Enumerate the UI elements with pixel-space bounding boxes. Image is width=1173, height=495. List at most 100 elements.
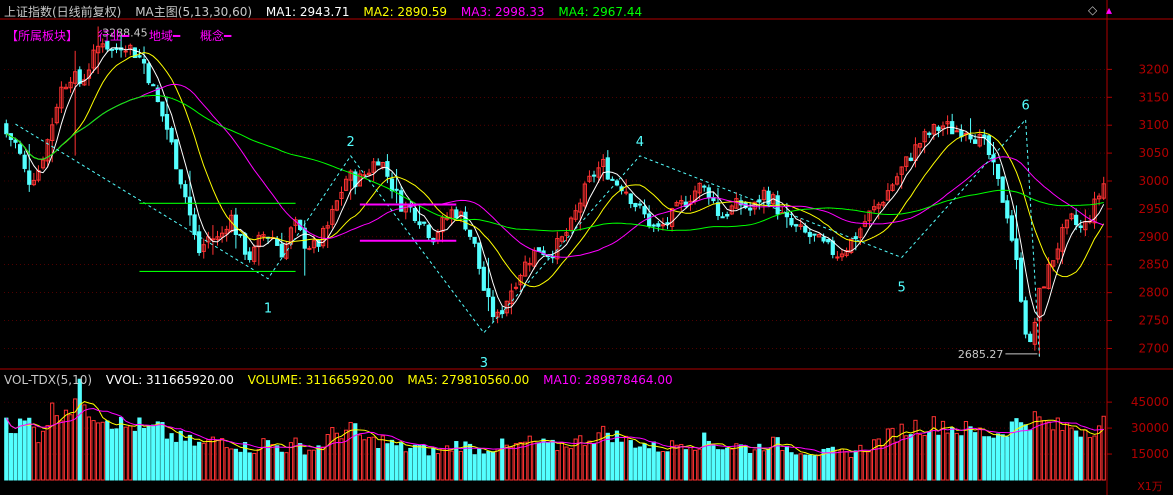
volume-bar — [118, 416, 124, 481]
volume-bar — [339, 438, 344, 481]
category-region-tab[interactable]: 地域━ — [149, 29, 180, 43]
volume-bar — [651, 441, 656, 481]
volume-bar — [936, 434, 941, 481]
volume-bar — [123, 426, 128, 481]
volume-bar — [986, 436, 992, 481]
volume-bar — [1014, 418, 1019, 481]
volume-bar — [656, 451, 661, 481]
volume-bar — [1055, 417, 1060, 481]
wave-path — [15, 118, 1040, 357]
candle-body — [27, 170, 32, 185]
volume-bar — [711, 445, 716, 481]
candle-body — [242, 233, 248, 255]
category-industry-tab[interactable]: 行业━ — [98, 29, 129, 43]
candle-body — [238, 233, 243, 236]
volume-axis-ticks: 15000 30000 45000 X1万 — [1107, 395, 1169, 493]
volume-tick-label: 15000 — [1131, 447, 1169, 461]
volume-bar — [490, 451, 496, 481]
volume-bar — [780, 450, 785, 481]
volume-bar — [715, 449, 721, 481]
volume-bar — [311, 449, 317, 481]
candle-body — [187, 196, 193, 216]
candle-body — [233, 214, 238, 235]
candle-body — [812, 233, 817, 236]
candle-body — [1074, 214, 1079, 226]
volume-bar — [63, 409, 69, 481]
volume-bar — [449, 450, 454, 481]
volume-bar — [1092, 435, 1097, 481]
volume-bar — [187, 434, 193, 481]
volume-bar — [229, 448, 234, 481]
candle-body — [247, 251, 252, 261]
candle-body — [660, 224, 666, 227]
volume-bar — [867, 451, 872, 481]
price-tick-label: 3150 — [1138, 90, 1169, 104]
volume-bar — [913, 419, 918, 481]
volume-bar — [275, 445, 280, 481]
volume-bar — [523, 441, 528, 481]
volume-bar — [238, 451, 243, 481]
candle-body — [123, 50, 128, 53]
volume-bar — [197, 441, 202, 481]
volume-bar — [706, 440, 711, 481]
category-concept-tab[interactable]: 概念━ — [200, 29, 231, 43]
volume-bar — [178, 430, 183, 481]
candle-body — [146, 63, 151, 84]
volume-bar — [210, 436, 216, 481]
candle-body — [986, 135, 992, 156]
candle-body — [394, 188, 399, 191]
volume-bar — [440, 448, 445, 481]
price-axis-ticks: 2700 2750 2800 2850 2900 2950 3000 3050 3100 3150… — [1107, 62, 1169, 355]
volume-bar — [555, 450, 560, 481]
volume-bar — [366, 437, 372, 481]
volume-bar — [546, 442, 551, 481]
volume-bar — [950, 427, 955, 481]
candle-body — [183, 184, 188, 198]
volume-bar — [610, 442, 615, 481]
candle-body — [784, 212, 789, 218]
volume-bar — [169, 433, 174, 481]
volume-bar — [582, 445, 587, 481]
price-tick-label: 3100 — [1138, 118, 1169, 132]
volume-bar — [1009, 421, 1014, 481]
volume-bar — [862, 451, 868, 481]
volume-bar — [27, 417, 32, 481]
volume-bar — [1028, 429, 1033, 481]
volume-bar — [408, 447, 413, 481]
ma2-line — [6, 51, 1105, 288]
volume-bar — [45, 425, 50, 481]
candle-body — [389, 178, 395, 192]
candle-body — [803, 225, 808, 233]
index-name: 上证指数(日线前复权) — [4, 5, 122, 19]
candle-body — [1028, 333, 1033, 343]
volume-bar — [1051, 429, 1056, 481]
candle-body — [412, 207, 418, 221]
volume-bar — [261, 438, 266, 481]
candle-body — [197, 231, 202, 254]
volume-bar — [835, 449, 840, 481]
candle-body — [481, 266, 486, 291]
volume-bar — [128, 425, 133, 481]
volume-bar — [412, 444, 418, 481]
volume-bar — [4, 417, 9, 481]
volume-bar — [940, 420, 946, 481]
volume-ma10-value: MA10: 289878464.00 — [543, 373, 673, 387]
candle-body — [656, 223, 661, 227]
volume-bar — [288, 442, 294, 481]
volume-bar — [922, 434, 927, 481]
volume-bar — [256, 449, 261, 481]
volume-bar — [109, 428, 115, 481]
category-sector-tab[interactable]: 【所属板块】 — [6, 29, 78, 43]
volume-bar — [1046, 421, 1051, 481]
volume-bar — [752, 449, 757, 481]
volume-bar — [279, 451, 284, 481]
price-tick-label: 3000 — [1138, 174, 1169, 188]
expand-icon[interactable]: ▴ — [1106, 3, 1112, 17]
candle-body — [426, 224, 431, 238]
volume-bar — [587, 440, 592, 481]
diamond-icon[interactable]: ◇ — [1088, 3, 1097, 17]
volume-bar — [1064, 422, 1070, 481]
volume-bar — [1101, 415, 1106, 481]
volume-bar — [481, 453, 486, 481]
candle-body — [141, 59, 147, 64]
